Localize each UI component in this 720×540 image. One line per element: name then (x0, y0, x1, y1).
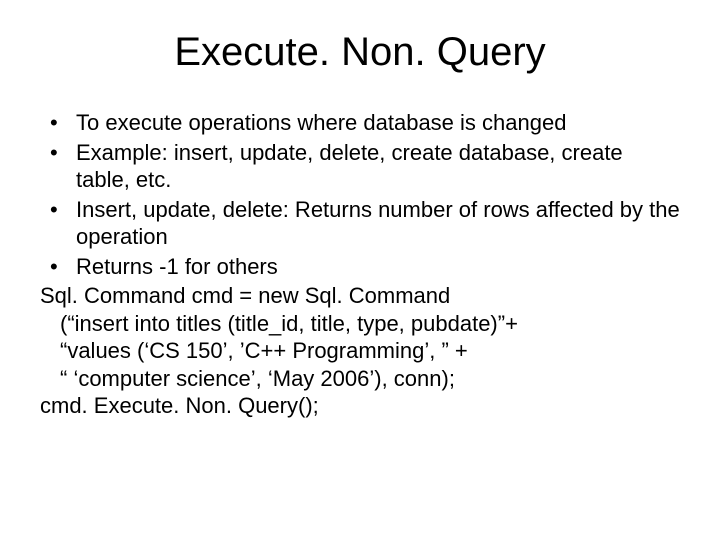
code-line: (“insert into titles (title_id, title, t… (40, 310, 680, 338)
list-item: Insert, update, delete: Returns number o… (40, 196, 680, 251)
slide-title: Execute. Non. Query (40, 30, 680, 75)
list-item: Example: insert, update, delete, create … (40, 139, 680, 194)
list-item: Returns -1 for others (40, 253, 680, 281)
code-line: Sql. Command cmd = new Sql. Command (40, 282, 680, 310)
slide-body: To execute operations where database is … (40, 109, 680, 420)
code-line: “values (‘CS 150’, ’C++ Programming’, ” … (40, 337, 680, 365)
code-line: “ ‘computer science’, ‘May 2006’), conn)… (40, 365, 680, 393)
code-block: Sql. Command cmd = new Sql. Command (“in… (40, 282, 680, 420)
list-item: To execute operations where database is … (40, 109, 680, 137)
code-line: cmd. Execute. Non. Query(); (40, 392, 680, 420)
bullet-list: To execute operations where database is … (40, 109, 680, 280)
slide: Execute. Non. Query To execute operation… (0, 0, 720, 540)
